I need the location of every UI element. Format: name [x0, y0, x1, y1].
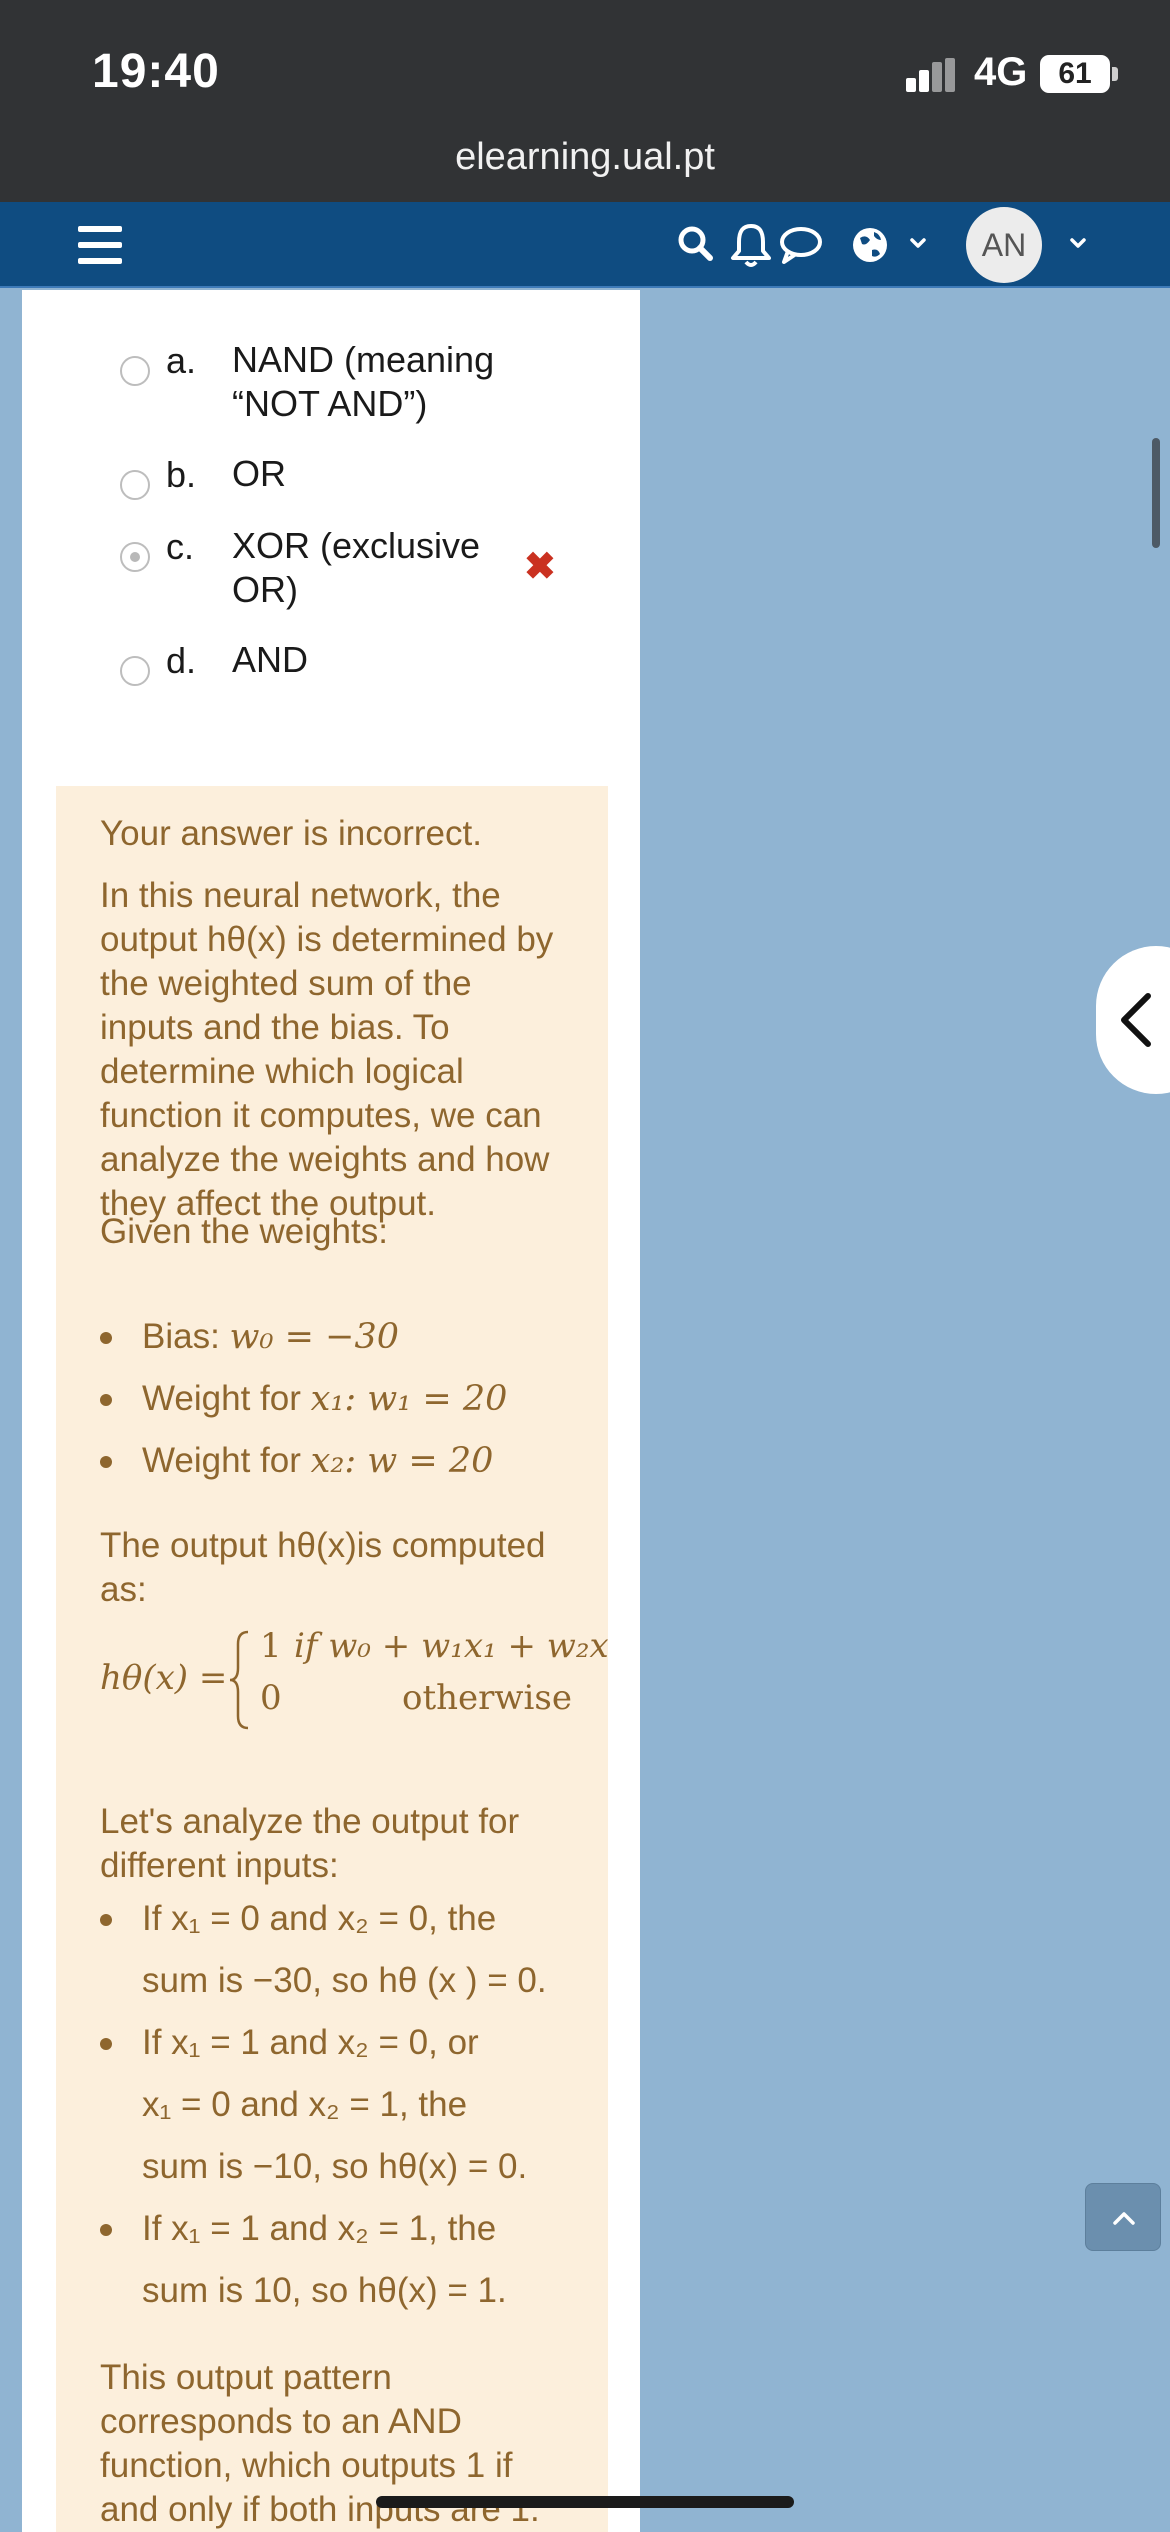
- bullet: [100, 1394, 112, 1406]
- bullet: [100, 2224, 112, 2236]
- back-to-top-button[interactable]: [1085, 2183, 1161, 2251]
- user-avatar[interactable]: AN: [966, 207, 1042, 283]
- case-1-condition: if w₀ + w₁x₁ + w₂x₂ > 0: [294, 1626, 608, 1666]
- language-chevron-down-icon[interactable]: [908, 228, 928, 258]
- brace-icon: [229, 1630, 249, 1730]
- output-intro: The output hθ(x)is computed as:: [100, 1526, 546, 1609]
- bullet: [100, 2038, 112, 2050]
- hamburger-menu-icon[interactable]: [78, 226, 122, 264]
- radio-button[interactable]: [120, 356, 150, 386]
- signal-icon: [906, 58, 958, 96]
- radio-button[interactable]: [120, 470, 150, 500]
- top-navbar: AN: [0, 202, 1170, 288]
- weight-x2: Weight for x₂: w = 20: [142, 1441, 494, 1481]
- case-1-value: 1: [260, 1626, 282, 1666]
- globe-icon[interactable]: [850, 220, 890, 270]
- radio-button-selected[interactable]: [120, 542, 150, 572]
- home-indicator: [376, 2496, 794, 2508]
- drawer-toggle-button[interactable]: [1096, 946, 1170, 1094]
- answer-text: NAND (meaning “NOT AND”): [232, 339, 495, 424]
- quiz-review-content: a. NAND (meaning “NOT AND”) b. OR c. XOR…: [22, 290, 640, 2532]
- case-2-line-2: x₁ = 0 and x₂ = 1, the: [142, 2085, 468, 2124]
- answer-text: OR: [232, 453, 286, 494]
- answer-letter: d.: [166, 640, 197, 681]
- weight-x1: Weight for x₁: w₁ = 20: [142, 1379, 508, 1419]
- radio-button[interactable]: [120, 656, 150, 686]
- general-feedback: Your answer is incorrect. In this neural…: [56, 786, 608, 2532]
- user-menu-chevron-down-icon[interactable]: [1068, 228, 1088, 258]
- feedback-given: Given the weights:: [100, 1212, 388, 1251]
- bullet: [100, 1456, 112, 1468]
- case-2-line-1: If x₁ = 1 and x₂ = 0, or: [142, 2023, 479, 2062]
- case-3-line-2: sum is 10, so hθ(x) = 1.: [142, 2271, 507, 2310]
- case-2-line-3: sum is −10, so hθ(x) = 0.: [142, 2147, 528, 2186]
- scrollbar-thumb[interactable]: [1152, 438, 1160, 548]
- battery-icon: 61: [1040, 55, 1110, 93]
- case-2-condition: otherwise: [402, 1678, 572, 1718]
- bell-icon[interactable]: [728, 220, 774, 270]
- bullet: [100, 1332, 112, 1344]
- clock: 19:40: [92, 45, 220, 98]
- url-bar[interactable]: elearning.ual.pt: [0, 136, 1170, 179]
- output-formula: hθ(x) = 1 if w₀ + w₁x₁ + w₂x₂ > 0 0 othe…: [100, 1626, 608, 1736]
- bullet: [100, 1914, 112, 1926]
- answer-letter: b.: [166, 454, 197, 495]
- chat-bubble-icon[interactable]: [776, 220, 824, 270]
- analysis-intro: Let's analyze the output for different i…: [100, 1802, 520, 1885]
- case-3-line-1: If x₁ = 1 and x₂ = 1, the: [142, 2209, 497, 2248]
- search-icon[interactable]: [676, 220, 718, 270]
- answer-letter: c.: [166, 526, 195, 567]
- answer-text: XOR (exclusive OR): [232, 525, 481, 610]
- formula-lhs: hθ(x) =: [100, 1658, 228, 1698]
- chevron-up-icon: [1113, 2212, 1135, 2225]
- case-2-value: 0: [260, 1678, 282, 1718]
- chevron-left-icon: [1121, 993, 1151, 1047]
- status-bar: 19:40 4G 61 elearning.ual.pt: [0, 0, 1170, 202]
- network-type: 4G: [974, 50, 1028, 94]
- answer-text: AND: [232, 639, 309, 680]
- case-1-line-1: If x₁ = 0 and x₂ = 0, the: [142, 1899, 497, 1938]
- weight-bias: Bias: w₀ = −30: [142, 1317, 399, 1357]
- case-1-line-2: sum is −30, so hθ (x ) = 0.: [142, 1961, 547, 2000]
- feedback-verdict: Your answer is incorrect.: [100, 814, 482, 853]
- incorrect-icon: ✖: [524, 546, 556, 588]
- battery-tip: [1112, 67, 1118, 81]
- answer-letter: a.: [166, 340, 197, 381]
- feedback-intro: In this neural network, the output hθ(x)…: [100, 876, 554, 1223]
